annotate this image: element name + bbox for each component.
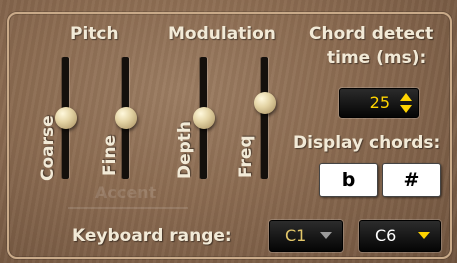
coarse-slider-knob[interactable]	[55, 107, 77, 129]
faded-background-line	[68, 207, 188, 209]
up-down-arrows-icon[interactable]	[399, 92, 413, 114]
freq-slider-track[interactable]	[261, 57, 268, 179]
chord-detect-time-value: 25	[369, 93, 390, 112]
sharp-notation-button[interactable]: #	[382, 163, 441, 197]
freq-slider-label: Freq	[236, 135, 256, 178]
chord-detect-heading-line2: time (ms):	[327, 48, 427, 68]
keyboard-range-low-value: C1	[285, 226, 307, 245]
depth-slider-label: Depth	[175, 120, 195, 179]
pitch-heading: Pitch	[70, 24, 119, 44]
chord-detect-heading-line1: Chord detect	[309, 24, 434, 44]
keyboard-range-high-dropdown[interactable]: C6	[359, 220, 441, 252]
display-chords-heading: Display chords:	[293, 133, 441, 153]
keyboard-settings-panel: Accent Pitch Modulation Coarse Fine Dept…	[0, 0, 457, 263]
keyboard-range-low-dropdown[interactable]: C1	[269, 220, 343, 252]
chevron-down-icon	[418, 232, 430, 239]
faded-background-text: Accent	[95, 183, 157, 202]
fine-slider-label: Fine	[100, 134, 120, 176]
chevron-down-icon	[320, 232, 332, 239]
depth-slider-knob[interactable]	[193, 107, 215, 129]
flat-notation-button[interactable]: b	[319, 163, 378, 197]
modulation-heading: Modulation	[168, 24, 276, 44]
keyboard-range-high-value: C6	[375, 226, 397, 245]
keyboard-range-heading: Keyboard range:	[72, 226, 232, 246]
freq-slider-knob[interactable]	[254, 92, 276, 114]
coarse-slider-label: Coarse	[38, 115, 58, 181]
fine-slider-knob[interactable]	[115, 107, 137, 129]
chord-detect-time-spinner[interactable]: 25	[339, 88, 419, 118]
